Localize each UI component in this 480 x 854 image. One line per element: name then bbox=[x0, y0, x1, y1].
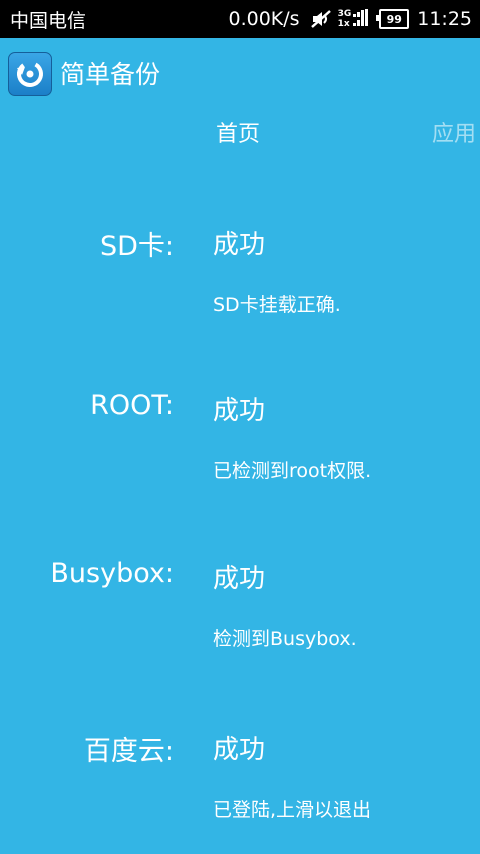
status-bar: 中国电信 0.00K/s 3G 1x 99 11:25 bbox=[0, 0, 480, 38]
check-status: 成功 bbox=[213, 735, 266, 765]
check-detail: SD卡挂载正确. bbox=[213, 294, 341, 316]
network-1x-label: 1x bbox=[337, 19, 350, 29]
battery-icon: 99 bbox=[376, 9, 410, 29]
network-type: 3G 1x bbox=[338, 9, 352, 29]
check-status: 成功 bbox=[213, 230, 266, 260]
backup-restore-icon[interactable] bbox=[8, 52, 52, 96]
carrier-name: 中国电信 bbox=[10, 10, 87, 32]
check-label: ROOT: bbox=[90, 390, 174, 421]
network-speed: 0.00K/s bbox=[228, 8, 300, 30]
app-title: 简单备份 bbox=[60, 60, 161, 89]
status-bar-right: 0.00K/s 3G 1x 99 11:25 bbox=[229, 6, 473, 32]
mute-icon bbox=[310, 9, 332, 29]
check-status: 成功 bbox=[213, 564, 266, 594]
signal-icon bbox=[353, 9, 369, 29]
action-bar: 简单备份 bbox=[0, 38, 480, 108]
clock: 11:25 bbox=[417, 8, 472, 30]
check-status: 成功 bbox=[213, 396, 266, 426]
check-detail: 已检测到root权限. bbox=[213, 460, 372, 482]
check-label: 百度云: bbox=[83, 736, 174, 767]
battery-level: 99 bbox=[386, 12, 402, 26]
tab-home[interactable]: 首页 bbox=[216, 116, 260, 148]
tab-apps[interactable]: 应用 bbox=[432, 116, 476, 148]
check-detail: 已登陆,上滑以退出 bbox=[213, 799, 372, 821]
check-label: Busybox: bbox=[50, 558, 174, 589]
tab-strip: 首页 应用 bbox=[0, 108, 480, 154]
check-detail: 检测到Busybox. bbox=[213, 628, 357, 650]
network-3g-label: 3G bbox=[337, 9, 352, 19]
check-label: SD卡: bbox=[99, 231, 174, 262]
